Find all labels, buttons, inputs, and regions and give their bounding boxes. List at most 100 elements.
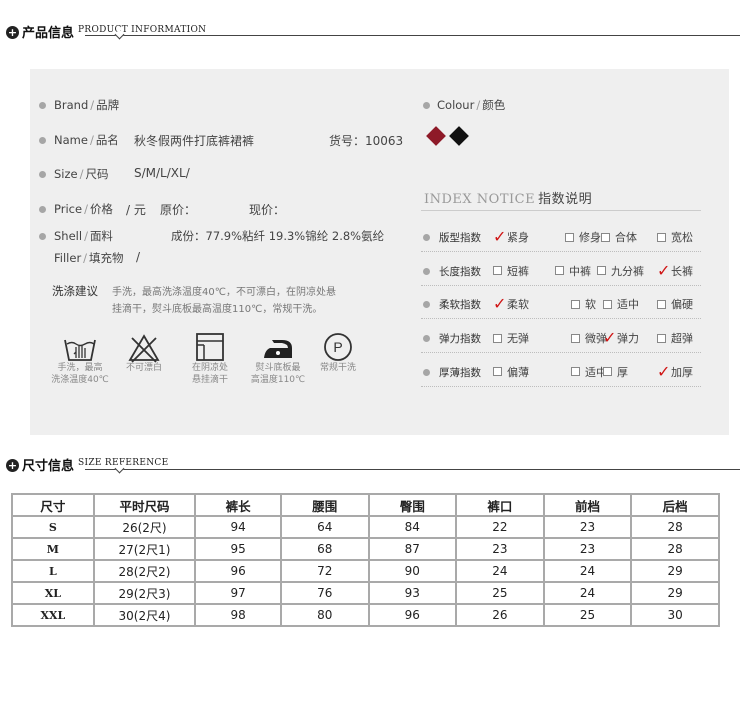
index-option-label: 柔软 — [507, 298, 529, 312]
index-option[interactable]: ✓ 长裤 — [657, 262, 693, 279]
index-row-label: 厚薄指数 — [439, 366, 481, 379]
check-mark-icon: ✓ — [603, 328, 617, 348]
index-option-label: 厚 — [617, 365, 628, 379]
checkbox-icon — [555, 266, 564, 276]
size-table-cell: 26(2尺) — [94, 517, 195, 537]
size-table-header-cell: 平时尺码 — [94, 495, 195, 515]
index-option[interactable]: ✓ 弹力 — [603, 330, 639, 346]
checkbox-icon — [603, 299, 612, 309]
size-table-header-cell: 尺寸 — [13, 495, 93, 515]
index-option-label: 修身 — [579, 231, 601, 244]
index-row-divider — [421, 318, 701, 320]
table-row: XXL 30(2尺4) 98 80 96 26 25 30 — [13, 605, 718, 625]
index-option[interactable]: 宽松 — [657, 229, 693, 245]
check-mark-icon: ✓ — [657, 361, 671, 381]
size-table-cell: 23 — [544, 539, 631, 559]
product-info-panel: Brand / 品牌 Name / 品名 秋冬假两件打底裤裙裤 货号：10063 Siz… — [30, 69, 729, 435]
index-option[interactable]: 修身 — [565, 229, 601, 245]
filler-label: Filler / 填充物 — [54, 251, 124, 265]
bullet-dot — [423, 267, 430, 275]
index-option[interactable]: 无弹 — [493, 330, 529, 346]
size-table-cell: 24 — [457, 561, 543, 581]
index-option-label: 弹力 — [617, 332, 639, 346]
size-table-cell: 25 — [457, 583, 543, 603]
size-table-cell: 28 — [632, 517, 718, 537]
size-table-cell: L — [13, 561, 93, 581]
index-option-label: 适中 — [617, 298, 639, 312]
size-table-header-cell: 前档 — [544, 495, 631, 515]
index-option[interactable]: 偏硬 — [657, 296, 693, 312]
size-table-cell: 26 — [457, 605, 543, 625]
size-table-header-cell: 腰围 — [281, 495, 368, 515]
index-option[interactable]: 适中 — [571, 364, 607, 380]
index-option-label: 中裤 — [569, 264, 591, 278]
size-table-header: 尺寸 平时尺码 裤长 腰围 臀围 裤口 前档 后档 — [13, 495, 718, 515]
size-value: S/M/L/XL/ — [134, 166, 190, 180]
size-table-cell: 29 — [632, 583, 718, 603]
index-option[interactable]: 厚 — [603, 364, 628, 380]
size-table-cell: 93 — [369, 583, 456, 603]
checkbox-icon — [571, 367, 580, 377]
size-table-cell: M — [13, 539, 93, 559]
size-table-header-cell: 裤长 — [196, 495, 280, 515]
index-option[interactable]: 超弹 — [657, 330, 693, 346]
index-option[interactable]: 短裤 — [493, 263, 529, 279]
index-row-label: 版型指数 — [439, 232, 481, 244]
index-option-label: 软 — [585, 298, 596, 312]
index-option-label: 偏薄 — [507, 365, 529, 379]
bullet-dot — [39, 206, 46, 213]
index-option[interactable]: ✓ 加厚 — [657, 361, 693, 381]
check-mark-icon: ✓ — [493, 227, 507, 246]
wash-text-line2: 挂滴干，熨斗底板最高温度110℃，常规干洗。 — [112, 304, 323, 315]
colour-label: Colour / 颜色 — [437, 98, 506, 112]
color-swatch-black[interactable] — [449, 126, 469, 146]
size-table-cell: 30 — [632, 605, 718, 625]
index-option[interactable]: 中裤 — [555, 263, 591, 279]
index-option[interactable]: ✓ 紧身 — [493, 229, 529, 245]
size-table-header-cell: 后档 — [632, 495, 718, 515]
size-table-cell: 24 — [544, 583, 631, 603]
size-table: 尺寸 平时尺码 裤长 腰围 臀围 裤口 前档 后档 S 26(2尺) 94 64 84 22 23 28 M 2… — [11, 493, 720, 627]
size-table-cell: 96 — [196, 561, 280, 581]
size-table-cell: XXL — [13, 605, 93, 625]
bullet-dot — [39, 233, 46, 240]
index-option[interactable]: 微弹 — [571, 330, 607, 346]
product-info-title: 产品信息 — [22, 26, 75, 41]
checkbox-icon — [493, 333, 502, 343]
plus-circle-icon: + — [6, 26, 19, 39]
index-row-divider — [421, 284, 701, 286]
index-option[interactable]: 偏薄 — [493, 364, 529, 380]
index-option[interactable]: 软 — [571, 296, 596, 312]
size-table-cell: 68 — [281, 539, 368, 559]
size-table-cell: 24 — [544, 561, 631, 581]
index-option-label: 九分裤 — [611, 264, 644, 278]
index-row-label: 柔软指数 — [439, 299, 481, 312]
hand-wash-caption: 手洗，最高 洗涤温度40℃ — [51, 363, 109, 385]
color-swatch-wine[interactable] — [426, 126, 446, 146]
size-table-cell: 80 — [281, 605, 368, 625]
svg-text:P: P — [333, 339, 342, 355]
checkbox-icon — [657, 232, 666, 242]
product-info-divider — [85, 35, 740, 36]
wash-label: 洗涤建议 — [52, 284, 98, 298]
size-table-cell: 94 — [196, 517, 280, 537]
checkbox-icon — [493, 367, 502, 377]
bullet-dot — [423, 335, 430, 343]
index-option[interactable]: ✓ 柔软 — [493, 296, 529, 312]
size-info-heading: + 尺寸信息 SIZE REFERENCE — [6, 455, 168, 474]
index-option[interactable]: 合体 — [601, 229, 637, 245]
original-price-label: 原价： — [160, 203, 197, 217]
index-option[interactable]: 适中 — [603, 296, 639, 312]
size-table-cell: 72 — [281, 561, 368, 581]
size-table-cell: 95 — [196, 539, 280, 559]
index-notice-title: INDEX NOTICE 指数说明 — [424, 192, 593, 207]
index-row-divider — [421, 352, 701, 354]
index-row-divider — [421, 385, 701, 387]
dry-clean-caption: 常规干洗 — [319, 363, 356, 373]
size-table-cell: 97 — [196, 583, 280, 603]
checkbox-icon — [493, 266, 502, 276]
index-option-label: 短裤 — [507, 264, 529, 278]
bullet-dot — [39, 137, 46, 144]
no-bleach-icon — [128, 334, 160, 363]
index-option[interactable]: 九分裤 — [597, 263, 644, 279]
